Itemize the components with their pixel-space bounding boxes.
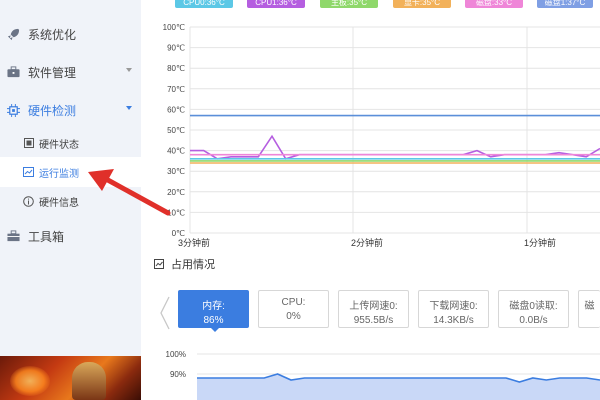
y-tick-label: 90℃: [167, 44, 185, 53]
usage-card-memory[interactable]: 内存: 86%: [178, 290, 249, 332]
sidebar-item-system-optimize[interactable]: 系统优化: [0, 17, 141, 51]
legend-item[interactable]: CPU1:36°C: [247, 0, 305, 8]
rocket-icon: [6, 27, 20, 41]
usage-card-disk-read[interactable]: 磁盘0读取: 0.0B/s: [498, 290, 569, 328]
card-label: 上传网速0:: [349, 301, 398, 312]
sidebar-item-label: 硬件检测: [28, 103, 77, 118]
y-tick-label: 50℃: [167, 126, 185, 135]
usage-title-text: 占用情况: [171, 259, 215, 271]
info-icon: [23, 195, 34, 207]
line-chart-icon: [23, 167, 34, 178]
banner-flame-graphic: [10, 366, 50, 396]
chevron-down-icon[interactable]: [126, 68, 132, 72]
card-label: 磁盘0读取:: [509, 301, 558, 312]
legend-item[interactable]: 磁盘:33°C: [465, 0, 523, 8]
y-tick-label: 60℃: [167, 105, 185, 114]
sidebar-item-label: 软件管理: [28, 65, 77, 80]
red-annotation-arrow: [88, 169, 171, 216]
usage-section-title: 占用情况: [154, 256, 215, 272]
sidebar-subitem-label: 运行监测: [39, 168, 79, 180]
prev-arrow-icon[interactable]: [158, 296, 172, 330]
card-value: 14.3KB/s: [433, 315, 474, 326]
legend-item[interactable]: CPU0:36°C: [175, 0, 233, 8]
sidebar-item-hardware-detect[interactable]: 硬件检测: [0, 93, 141, 127]
sidebar-subitem-label: 硬件状态: [39, 139, 79, 151]
y-tick-label: 80℃: [167, 64, 185, 73]
legend-item[interactable]: 显卡:35°C: [393, 0, 451, 8]
card-value: 86%: [203, 315, 224, 326]
card-label: 磁: [584, 301, 595, 312]
x-tick-label: 2分钟前: [351, 237, 383, 248]
briefcase-icon: [6, 65, 20, 79]
game-ad-banner[interactable]: [0, 356, 141, 400]
y-tick-label: 0℃: [172, 229, 185, 238]
temperature-line-chart: 100℃90℃80℃70℃60℃50℃40℃30℃20℃10℃0℃3分钟前 2分钟…: [163, 23, 600, 248]
card-label: CPU:: [281, 297, 306, 308]
card-label: 内存:: [202, 301, 225, 312]
x-tick-label: 3分钟前: [178, 237, 210, 248]
sidebar-item-label: 工具箱: [28, 229, 65, 244]
sidebar-subitem-label: 硬件信息: [39, 197, 79, 209]
y-tick-label: 70℃: [167, 85, 185, 94]
usage-card-partial[interactable]: 磁: [578, 290, 600, 328]
legend-item[interactable]: 磁盘1:37°C: [537, 0, 593, 8]
monitor-icon: [23, 138, 34, 149]
usage-card-cpu[interactable]: CPU: 0%: [258, 290, 329, 328]
sidebar-item-software-manage[interactable]: 软件管理: [0, 55, 141, 89]
card-label: 下载网速0:: [429, 301, 478, 312]
memory-usage-chart: 100% 90%: [166, 350, 600, 400]
card-value: 955.5B/s: [353, 315, 394, 326]
card-value: 0%: [286, 311, 301, 322]
sidebar-subitem-hardware-status[interactable]: 硬件状态: [0, 128, 141, 158]
y-tick-label: 100%: [166, 350, 186, 359]
chevron-down-icon[interactable]: [126, 106, 132, 110]
y-tick-label: 90%: [170, 370, 186, 379]
y-tick-label: 100℃: [163, 23, 185, 32]
sidebar-item-toolbox[interactable]: 工具箱: [0, 219, 141, 253]
usage-card-download[interactable]: 下载网速0: 14.3KB/s: [418, 290, 489, 328]
legend-item[interactable]: 主板:35°C: [320, 0, 378, 8]
sidebar-item-label: 系统优化: [28, 27, 77, 42]
usage-card-upload[interactable]: 上传网速0: 955.5B/s: [338, 290, 409, 328]
toolbox-icon: [6, 229, 20, 243]
x-tick-label: 1分钟前: [524, 237, 556, 248]
banner-character-graphic: [72, 362, 106, 400]
card-value: 0.0B/s: [519, 315, 548, 326]
chart-icon: [154, 259, 164, 269]
chip-icon: [6, 103, 20, 117]
y-tick-label: 40℃: [167, 147, 185, 156]
